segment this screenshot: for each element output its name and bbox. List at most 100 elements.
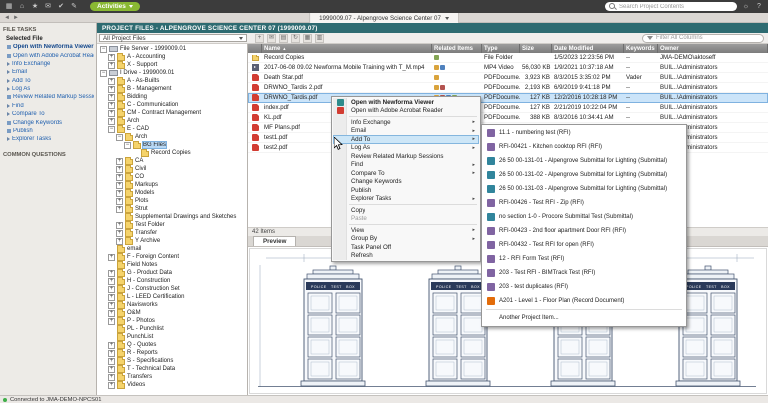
column-header-name[interactable]: Name ▲ — [262, 44, 432, 53]
task-review-related-markup-sessions[interactable]: Review Related Markup Sessions — [0, 93, 96, 101]
tree-item-t-technical-data[interactable]: + T - Technical Data — [97, 365, 247, 373]
submenu-item-no-section-1-0-procore-submittal-test-submittal[interactable]: no section 1-0 - Procore Submittal Test … — [483, 210, 685, 224]
tree-item-arch[interactable]: + Arch — [97, 117, 247, 125]
task-info-exchange[interactable]: Info Exchange — [0, 60, 96, 68]
expand-plus-icon[interactable]: + — [108, 365, 115, 373]
expand-plus-icon[interactable]: + — [116, 189, 123, 197]
submenu-item-rfi-00432-test-rfi-for-open-rfi[interactable]: RFI-00432 - Test RFI for open (RFI) — [483, 238, 685, 252]
expand-plus-icon[interactable]: + — [108, 85, 115, 93]
submenu-item-203-test-rfi-bimtrack-test-rfi[interactable]: 203 - Test RFI - BIMTrack Test (RFI) — [483, 266, 685, 280]
tree-item-s-specifications[interactable]: + S - Specifications — [97, 357, 247, 365]
tree-item-b-management[interactable]: + B - Management — [97, 85, 247, 93]
project-files-scope-dropdown[interactable]: All Project Files — [99, 34, 247, 42]
expand-plus-icon[interactable]: + — [108, 61, 115, 69]
task-publish[interactable]: Publish — [0, 127, 96, 135]
context-menu-item-task-panel-off[interactable]: Task Panel Off — [333, 243, 479, 252]
submenu-item-a201-level-1-floor-plan-record-document[interactable]: A201 - Level 1 - Floor Plan (Record Docu… — [483, 294, 685, 308]
expand-plus-icon[interactable]: + — [116, 237, 123, 245]
forward-icon[interactable]: ► — [13, 13, 19, 23]
context-menu-item-info-exchange[interactable]: Info Exchange ▸ — [333, 118, 479, 127]
task-change-keywords[interactable]: Change Keywords — [0, 118, 96, 126]
context-menu-item-find[interactable]: Find ▸ — [333, 161, 479, 170]
task-find[interactable]: Find — [0, 102, 96, 110]
tree-item-models[interactable]: + Models — [97, 189, 247, 197]
submenu-item-203-test-duplicates-rfi[interactable]: 203 - test duplicates (RFI) — [483, 280, 685, 294]
column-header-related-items[interactable]: Related Items — [432, 44, 482, 53]
context-menu-item-open-with-newforma-viewer[interactable]: Open with Newforma Viewer — [333, 98, 479, 107]
column-header-keywords[interactable]: Keywords — [624, 44, 658, 53]
help-icon[interactable]: ? — [754, 2, 764, 12]
file-row-kl-pdf[interactable]: KL.pdf PDFDocume... 388 KB 8/3/2016 10:34:4… — [248, 113, 768, 123]
tree-item-transfers[interactable]: + Transfers — [97, 373, 247, 381]
context-menu-item-add-to[interactable]: Add To ▸ — [333, 135, 479, 144]
expand-plus-icon[interactable]: + — [108, 381, 115, 389]
tree-item-x-support[interactable]: + X - Support — [97, 61, 247, 69]
project-selector[interactable]: 1999009.07 - Alpengrove Science Center 0… — [309, 13, 459, 23]
expand-plus-icon[interactable]: + — [108, 317, 115, 325]
expand-plus-icon[interactable]: + — [116, 197, 123, 205]
tree-item-arch[interactable]: − Arch — [97, 133, 247, 141]
tree-item-c-communication[interactable]: + C - Communication — [97, 101, 247, 109]
expand-plus-icon[interactable]: + — [108, 277, 115, 285]
tree-item-p-photos[interactable]: + P - Photos — [97, 317, 247, 325]
tree-item-test-folder[interactable]: + Test Folder — [97, 221, 247, 229]
expand-plus-icon[interactable]: + — [108, 53, 115, 61]
submenu-item-26-50-00-131-01-alpengrove-submittal-for-lighting-submittal[interactable]: 26 50 00-131-01 - Alpengrove Submittal f… — [483, 154, 685, 168]
app-menu-icon[interactable]: ▦ — [4, 2, 14, 12]
collapse-minus-icon[interactable]: − — [108, 125, 115, 133]
task-open-with-adobe-acrobat-reader[interactable]: Open with Adobe Acrobat Reader — [0, 51, 96, 59]
context-menu-item-change-keywords[interactable]: Change Keywords — [333, 178, 479, 187]
expand-plus-icon[interactable]: + — [116, 205, 123, 213]
submenu-item-another-project-item[interactable]: Another Project Item... — [483, 311, 685, 325]
expand-plus-icon[interactable]: + — [108, 373, 115, 381]
tree-item-f-foreign-content[interactable]: + F - Foreign Content — [97, 253, 247, 261]
tree-item-o-m[interactable]: + O&M — [97, 309, 247, 317]
task-compare-to[interactable]: Compare To — [0, 110, 96, 118]
expand-plus-icon[interactable]: + — [108, 293, 115, 301]
back-icon[interactable]: ◄ — [4, 13, 10, 23]
tree-item-civil[interactable]: + Civil — [97, 165, 247, 173]
expand-plus-icon[interactable]: + — [116, 221, 123, 229]
collapse-minus-icon[interactable]: − — [124, 141, 131, 149]
context-menu-item-paste[interactable]: Paste — [333, 215, 479, 224]
context-menu-item-view[interactable]: View ▸ — [333, 226, 479, 235]
tree-item-h-construction[interactable]: + H - Construction — [97, 277, 247, 285]
tree-item-bg-files[interactable]: − BG Files — [97, 141, 247, 149]
task-explorer-tasks[interactable]: Explorer Tasks — [0, 135, 96, 143]
tree-item-supplemental-drawings-and-sketches[interactable]: Supplemental Drawings and Sketches — [97, 213, 247, 221]
tree-item-y-archive[interactable]: + Y Archive — [97, 237, 247, 245]
context-menu-item-explorer-tasks[interactable]: Explorer Tasks ▸ — [333, 195, 479, 204]
tree-item-email[interactable]: email — [97, 245, 247, 253]
refresh-icon[interactable]: ↻ — [291, 33, 300, 43]
tree-item-e-cad[interactable]: − E - CAD — [97, 125, 247, 133]
file-row-index-pdf[interactable]: index.pdf PDFDocume... 127 KB 2/21/2019 10:… — [248, 103, 768, 113]
column-header-owner[interactable]: Owner — [658, 44, 768, 53]
collapse-minus-icon[interactable]: − — [100, 45, 107, 53]
column-header-size[interactable]: Size — [520, 44, 552, 53]
email-icon[interactable]: ✉ — [267, 33, 276, 43]
task-log-as[interactable]: Log As — [0, 85, 96, 93]
submenu-item-rfi-00423-2nd-floor-apartment-door-rfi-rfi[interactable]: RFI-00423 - 2nd floor apartment Door RFI… — [483, 224, 685, 238]
file-row-drwno-tardis-pdf[interactable]: DRWNO_Tardis.pdf PDFDocume... 127 KB 12/2/2… — [248, 93, 768, 103]
tree-item-plots[interactable]: + Plots — [97, 197, 247, 205]
context-menu-item-group-by[interactable]: Group By ▸ — [333, 235, 479, 244]
submenu-item-rfi-00421-kitchen-cooktop-rfi-rfi[interactable]: RFI-00421 - Kitchen cooktop RFI (RFI) — [483, 140, 685, 154]
submenu-item-12-rfi-form-test-rfi[interactable]: 12 - RFI Form Test (RFI) — [483, 252, 685, 266]
expand-plus-icon[interactable]: + — [108, 285, 115, 293]
expand-plus-icon[interactable]: + — [116, 157, 123, 165]
tree-item-j-construction-set[interactable]: + J - Construction Set — [97, 285, 247, 293]
home-icon[interactable]: ⌂ — [17, 2, 27, 12]
submenu-item-26-50-00-131-02-alpengrove-submittal-for-lighting-submittal[interactable]: 26 50 00-131-02 - Alpengrove Submittal f… — [483, 168, 685, 182]
markup-icon[interactable]: ✎ — [69, 2, 79, 12]
tree-item-a-as-builts[interactable]: + A - As-Builts — [97, 77, 247, 85]
tree-item-bidding[interactable]: + Bidding — [97, 93, 247, 101]
expand-plus-icon[interactable]: + — [108, 357, 115, 365]
column-header-date-modified[interactable]: Date Modified — [552, 44, 624, 53]
file-row-record-copies[interactable]: Record Copies File Folder 1/5/2023 12:23:5… — [248, 53, 768, 63]
context-menu-item-copy[interactable]: Copy — [333, 206, 479, 215]
collapse-minus-icon[interactable]: − — [100, 69, 107, 77]
search-input[interactable] — [619, 3, 733, 10]
favorites-icon[interactable]: ★ — [30, 2, 40, 12]
tree-item-strut[interactable]: + Strut — [97, 205, 247, 213]
expand-plus-icon[interactable]: + — [116, 165, 123, 173]
